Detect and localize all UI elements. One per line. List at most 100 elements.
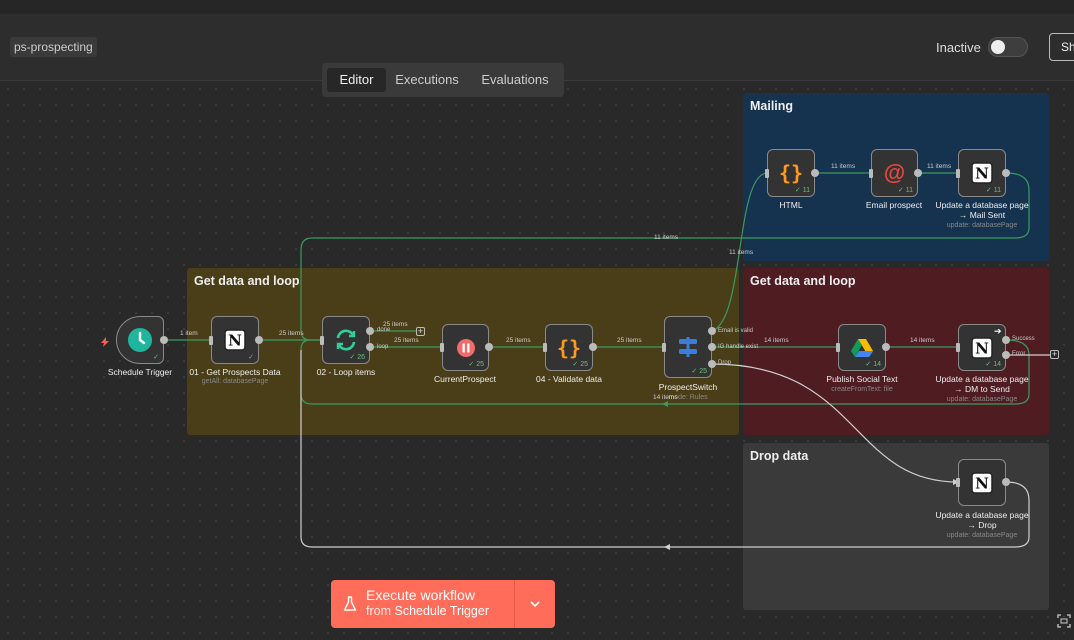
item-count: ✓ 14 xyxy=(985,361,1001,368)
node-label: 01 - Get Prospects Data xyxy=(189,367,281,377)
output-label-success: Success xyxy=(1012,336,1035,342)
html-node[interactable]: {} ✓ 11 xyxy=(767,149,815,197)
node-subtitle: update: databasePage xyxy=(946,222,1018,229)
input-port[interactable] xyxy=(765,169,769,178)
output-port[interactable] xyxy=(255,336,263,344)
node-label: Update a database page xyxy=(935,510,1029,520)
edge-label: 25 items xyxy=(279,330,304,337)
node-label: Update a database page xyxy=(935,374,1029,384)
node-label-line2: → Drop xyxy=(967,520,997,530)
edge-label: 11 items xyxy=(729,249,754,256)
node-label: 02 - Loop items xyxy=(316,367,376,377)
svg-text:N: N xyxy=(228,332,242,350)
zoom-to-fit-icon[interactable] xyxy=(1057,614,1071,633)
node-label: Publish Social Text xyxy=(826,374,898,384)
output-port[interactable] xyxy=(708,343,716,351)
get-prospects-node[interactable]: N ✓ xyxy=(211,316,259,364)
node-subtitle: getAll: databasePage xyxy=(201,378,269,385)
output-port[interactable] xyxy=(882,343,890,351)
node-label: Schedule Trigger xyxy=(107,367,173,377)
input-port[interactable] xyxy=(869,169,873,178)
item-count: ✓ 14 xyxy=(865,361,881,368)
svg-text:N: N xyxy=(975,339,989,357)
flask-icon xyxy=(343,596,357,617)
output-port[interactable] xyxy=(914,169,922,177)
success-check-icon: ✓ xyxy=(153,354,159,361)
arrow-right-icon: ➔ xyxy=(994,326,1002,336)
view-tabs: Editor Executions Evaluations xyxy=(322,63,564,97)
item-count: ✓ 25 xyxy=(572,361,588,368)
input-port[interactable] xyxy=(956,169,960,178)
output-port[interactable] xyxy=(1002,336,1010,344)
item-count: ✓ 11 xyxy=(985,187,1001,194)
node-label: ProspectSwitch xyxy=(658,382,718,392)
node-subtitle: update: databasePage xyxy=(946,532,1018,539)
item-count: ✓ 26 xyxy=(349,354,365,361)
node-label-line2: → DM to Send xyxy=(954,384,1010,394)
tab-evaluations[interactable]: Evaluations xyxy=(473,68,557,92)
update-drop-node[interactable]: N xyxy=(958,459,1006,506)
edge-label: 25 items xyxy=(617,337,642,344)
chevron-down-icon[interactable] xyxy=(529,597,541,615)
publish-social-node[interactable]: ✓ 14 xyxy=(838,324,886,371)
node-label: CurrentProspect xyxy=(434,374,496,384)
execute-subtitle: from Schedule Trigger xyxy=(366,604,489,618)
output-port[interactable] xyxy=(1002,478,1010,486)
node-label: HTML xyxy=(779,200,803,210)
item-count: ✓ 25 xyxy=(468,361,484,368)
node-subtitle: createFromText: file xyxy=(831,386,893,393)
arrow-icon xyxy=(662,401,668,407)
notion-icon: N xyxy=(959,460,1005,505)
output-port[interactable] xyxy=(589,343,597,351)
item-count: ✓ 11 xyxy=(794,187,810,194)
input-port[interactable] xyxy=(662,343,666,352)
tab-editor[interactable]: Editor xyxy=(327,68,386,92)
node-subtitle: update: databasePage xyxy=(946,396,1018,403)
success-check-icon: ✓ xyxy=(248,354,254,361)
output-port[interactable] xyxy=(485,343,493,351)
update-mail-sent-node[interactable]: N ✓ 11 xyxy=(958,149,1006,197)
node-label: Update a database page xyxy=(935,200,1029,210)
output-port[interactable] xyxy=(811,169,819,177)
edge-label: 25 items xyxy=(383,321,408,328)
prospect-switch-node[interactable]: ✓ 25 xyxy=(664,316,712,378)
output-port[interactable] xyxy=(1002,351,1010,359)
tab-executions[interactable]: Executions xyxy=(390,68,464,92)
svg-text:N: N xyxy=(975,165,989,183)
execute-workflow-button[interactable]: Execute workflow from Schedule Trigger xyxy=(331,580,555,628)
email-prospect-node[interactable]: @ ✓ 11 xyxy=(871,149,918,197)
edge-label: 11 items xyxy=(927,163,952,170)
loop-items-node[interactable]: ✓ 26 xyxy=(322,316,370,364)
edge-label: 14 items xyxy=(653,394,678,401)
input-port[interactable] xyxy=(543,343,547,352)
output-label-error: Error xyxy=(1012,351,1026,357)
input-port[interactable] xyxy=(956,343,960,352)
add-node-plus-icon[interactable]: + xyxy=(1050,350,1059,359)
item-count: ✓ 11 xyxy=(897,187,913,194)
output-label-ig-handle: IG handle exist xyxy=(718,344,759,350)
output-port[interactable] xyxy=(708,360,716,368)
edge-label: 25 items xyxy=(394,337,419,344)
validate-data-node[interactable]: {} ✓ 25 xyxy=(545,324,593,371)
add-node-plus-icon[interactable]: + xyxy=(416,327,425,336)
arrow-icon xyxy=(664,544,670,550)
wire-mail-back xyxy=(300,172,1030,341)
output-label-email-valid: Email is valid xyxy=(718,328,754,334)
execute-title: Execute workflow xyxy=(366,587,475,603)
node-label-line2: → Mail Sent xyxy=(958,210,1006,220)
current-prospect-node[interactable]: ✓ 25 xyxy=(442,324,489,371)
input-port[interactable] xyxy=(956,478,960,487)
input-port[interactable] xyxy=(209,336,213,345)
output-port[interactable] xyxy=(1002,169,1010,177)
schedule-trigger-node[interactable]: ✓ xyxy=(116,316,164,364)
input-port[interactable] xyxy=(836,343,840,352)
item-count: ✓ 25 xyxy=(691,368,707,375)
trigger-bolt-icon xyxy=(101,334,109,352)
output-port[interactable] xyxy=(160,336,168,344)
edge-label: 11 items xyxy=(831,163,856,170)
output-port[interactable] xyxy=(366,343,374,351)
output-port[interactable] xyxy=(366,327,374,335)
input-port[interactable] xyxy=(320,336,324,345)
input-port[interactable] xyxy=(440,343,444,352)
output-port[interactable] xyxy=(708,327,716,335)
